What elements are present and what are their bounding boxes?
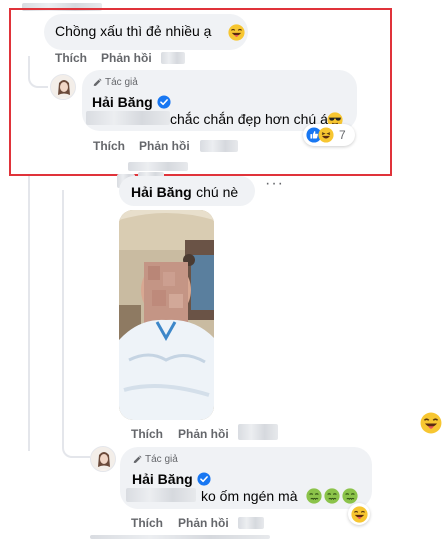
avatar xyxy=(90,446,116,472)
reply-text: ko ốm ngén mà xyxy=(201,488,298,504)
more-options-icon[interactable]: ··· xyxy=(265,175,284,193)
author-badge-label: Tác giả xyxy=(145,454,178,465)
reply-bubble: Tác giả Hải Băng ko ốm ngén mà xyxy=(120,447,372,509)
blurred-mention xyxy=(126,488,196,502)
blurred-next-item xyxy=(90,535,270,539)
grinning-tongue-emoji-icon xyxy=(420,412,442,434)
author-name[interactable]: Hải Băng xyxy=(132,471,193,487)
comment-text: chú nè xyxy=(196,184,239,200)
reply-button[interactable]: Phản hồi xyxy=(178,516,229,530)
highlight-box xyxy=(9,8,392,176)
blurred-timestamp xyxy=(238,424,278,440)
nauseated-face-emoji-icon xyxy=(342,488,358,504)
comment-photo[interactable] xyxy=(119,210,214,420)
like-button[interactable]: Thích xyxy=(131,427,163,441)
like-button[interactable]: Thích xyxy=(131,516,163,530)
blurred-commenter-name xyxy=(128,162,188,171)
thread-line xyxy=(62,190,64,432)
author-name[interactable]: Hải Băng xyxy=(131,184,192,200)
thread-connector xyxy=(62,430,90,458)
thread-line xyxy=(28,176,30,451)
author-badge: Tác giả xyxy=(132,454,178,465)
reply-button[interactable]: Phản hồi xyxy=(178,427,229,441)
nauseated-face-emoji-icon xyxy=(306,488,322,504)
reactions-summary[interactable] xyxy=(348,503,370,525)
haha-reaction-icon xyxy=(351,506,368,523)
nauseated-face-emoji-icon xyxy=(324,488,340,504)
blurred-timestamp xyxy=(238,517,264,529)
pencil-icon xyxy=(132,455,142,465)
comment-bubble: Hải Băng chú nè xyxy=(119,176,255,206)
verified-badge-icon xyxy=(197,472,211,486)
